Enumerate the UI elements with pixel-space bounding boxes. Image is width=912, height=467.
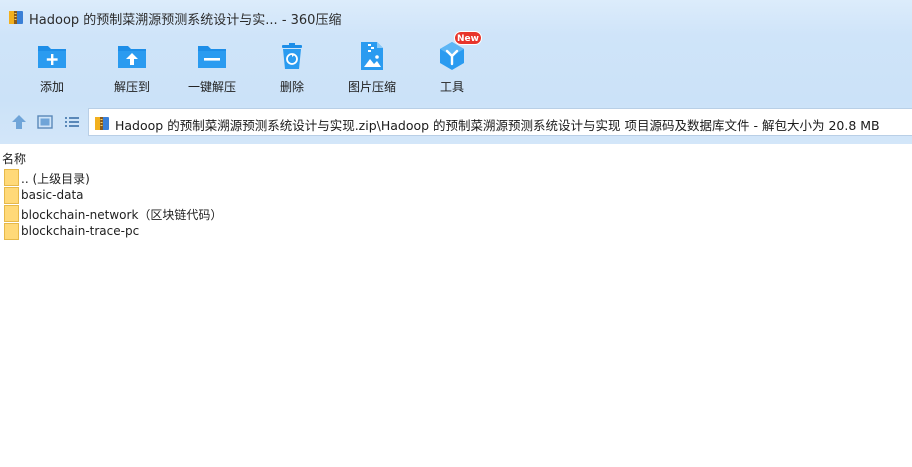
new-badge: New [454, 31, 482, 45]
delete-label: 删除 [279, 80, 304, 94]
extract-folder-icon [118, 46, 146, 68]
add-button[interactable]: 添加 [12, 36, 92, 98]
list-item-label: blockchain-network（区块链代码） [21, 208, 223, 222]
top-panel: Hadoop 的预制菜溯源预测系统设计与实... - 360压缩 添加 解压到 [0, 0, 912, 144]
list-item[interactable]: blockchain-trace-pc [0, 223, 320, 241]
thumbnail-view-icon[interactable] [35, 112, 55, 132]
address-bar[interactable]: Hadoop 的预制菜溯源预测系统设计与实现.zip\Hadoop 的预制菜溯源… [88, 108, 912, 136]
add-folder-icon [38, 46, 66, 68]
delete-button[interactable]: 删除 [252, 36, 332, 98]
extract-to-label: 解压到 [113, 80, 150, 94]
list-item-parent-directory[interactable]: .. (上级目录) [0, 169, 320, 187]
image-compress-button[interactable]: 图片压缩 [332, 36, 412, 98]
image-compress-icon [361, 42, 383, 70]
up-arrow-icon[interactable] [9, 112, 29, 132]
one-click-extract-icon [198, 46, 226, 68]
folder-icon [4, 223, 19, 240]
column-header-name[interactable]: 名称 [2, 150, 26, 167]
archive-app-icon [9, 11, 23, 24]
add-label: 添加 [39, 80, 64, 94]
column-header: 名称 [0, 148, 912, 166]
toolbar: 添加 解压到 一键解压 删除 图片压缩 工具 New [0, 31, 912, 100]
list-item[interactable]: blockchain-network（区块链代码） [0, 205, 320, 223]
extract-to-button[interactable]: 解压到 [92, 36, 172, 98]
one-click-extract-button[interactable]: 一键解压 [172, 36, 252, 98]
title-bar: Hadoop 的预制菜溯源预测系统设计与实... - 360压缩 [0, 0, 912, 34]
tools-button[interactable]: 工具 [412, 36, 492, 98]
list-item-label: basic-data [21, 188, 84, 202]
window-title: Hadoop 的预制菜溯源预测系统设计与实... - 360压缩 [29, 13, 342, 28]
image-compress-label: 图片压缩 [347, 80, 396, 94]
folder-icon [4, 205, 19, 222]
one-click-extract-label: 一键解压 [187, 80, 236, 94]
list-item-label: blockchain-trace-pc [21, 224, 140, 238]
list-view-icon[interactable] [62, 112, 82, 132]
list-item-label: .. (上级目录) [21, 172, 90, 186]
navigation-bar: Hadoop 的预制菜溯源预测系统设计与实现.zip\Hadoop 的预制菜溯源… [0, 108, 912, 136]
archive-file-icon [95, 117, 109, 130]
tools-label: 工具 [439, 80, 464, 94]
list-item[interactable]: basic-data [0, 187, 320, 205]
address-path: Hadoop 的预制菜溯源预测系统设计与实现.zip\Hadoop 的预制菜溯源… [115, 118, 880, 133]
recycle-bin-icon [282, 43, 302, 69]
folder-icon [4, 169, 19, 186]
file-list: 名称 .. (上级目录) basic-data blockchain-netwo… [0, 144, 912, 467]
folder-icon [4, 187, 19, 204]
